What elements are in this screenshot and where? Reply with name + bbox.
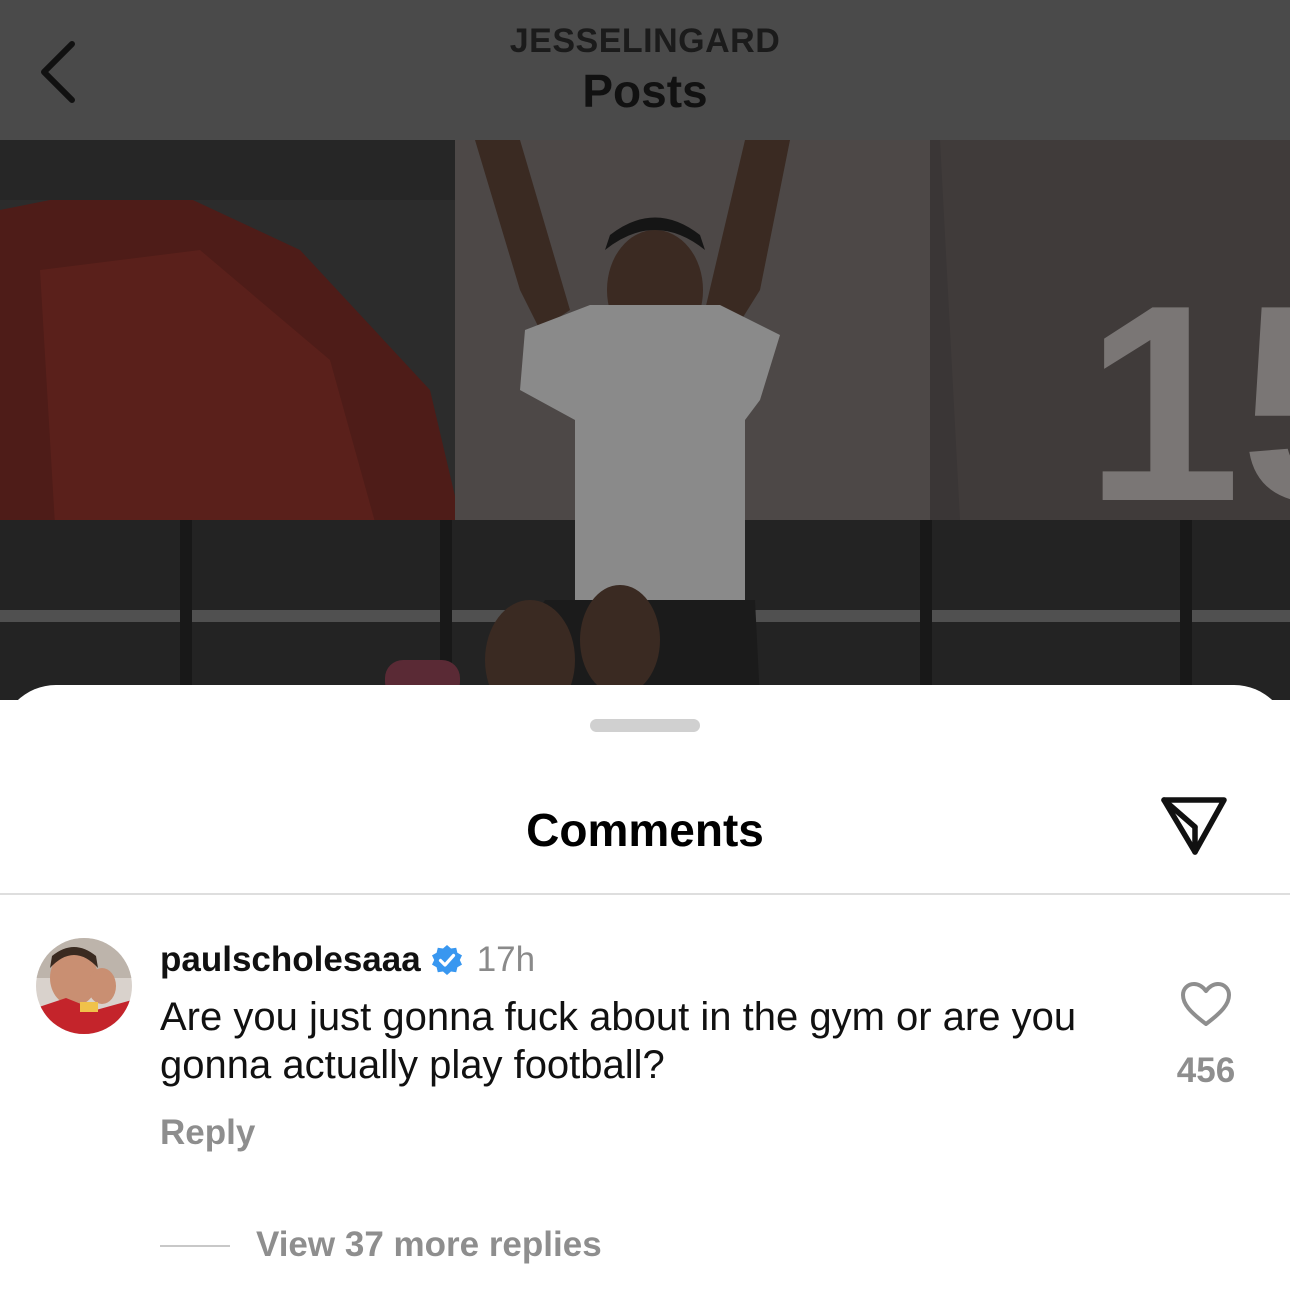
verified-badge-icon: [431, 944, 463, 976]
comment-body: Are you just gonna fuck about in the gym…: [160, 995, 1077, 1087]
page-title: Posts: [582, 65, 708, 117]
sheet-divider: [0, 893, 1290, 895]
post-photo: 15: [0, 140, 1290, 700]
header-titles: JESSELINGARD Posts: [0, 0, 1290, 140]
replies-connector-line: [160, 1245, 230, 1247]
post-comments-screen: 15 JESSELINGARD: [0, 0, 1290, 1311]
comments-sheet: Comments paulscholesaaa 17h Are you just…: [0, 685, 1290, 1311]
like-count: 456: [1176, 1051, 1236, 1090]
sheet-drag-handle[interactable]: [590, 719, 700, 732]
comment-header: paulscholesaaa 17h: [160, 938, 535, 982]
comments-title: Comments: [526, 804, 764, 856]
paper-plane-icon: [1161, 797, 1227, 855]
view-more-replies-button[interactable]: View 37 more replies: [256, 1225, 602, 1265]
avatar-image: [36, 938, 132, 1034]
back-button[interactable]: [28, 36, 88, 108]
reply-button[interactable]: Reply: [160, 1113, 255, 1153]
comment-timestamp: 17h: [476, 940, 536, 979]
commenter-avatar[interactable]: [36, 938, 132, 1034]
comment-username[interactable]: paulscholesaaa: [160, 940, 421, 980]
like-button[interactable]: [1176, 977, 1236, 1031]
header-username: JESSELINGARD: [509, 22, 781, 60]
share-button[interactable]: [1156, 793, 1232, 859]
top-navigation-bar: JESSELINGARD Posts: [0, 0, 1290, 140]
chevron-left-icon: [41, 41, 75, 103]
jersey-number: 15: [1085, 248, 1290, 560]
post-photo-illustration: 15: [0, 140, 1290, 700]
heart-icon: [1181, 982, 1231, 1026]
